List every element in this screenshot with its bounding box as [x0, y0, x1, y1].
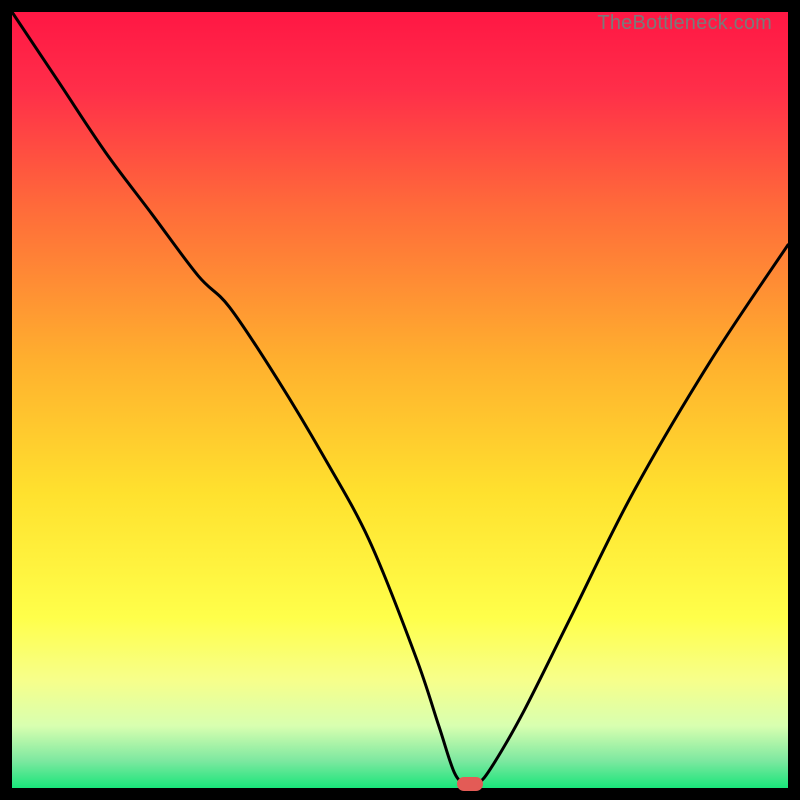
chart-frame: TheBottleneck.com [12, 12, 788, 788]
optimum-marker [457, 777, 483, 791]
bottleneck-chart [12, 12, 788, 788]
gradient-background [12, 12, 788, 788]
watermark-text: TheBottleneck.com [597, 12, 772, 35]
